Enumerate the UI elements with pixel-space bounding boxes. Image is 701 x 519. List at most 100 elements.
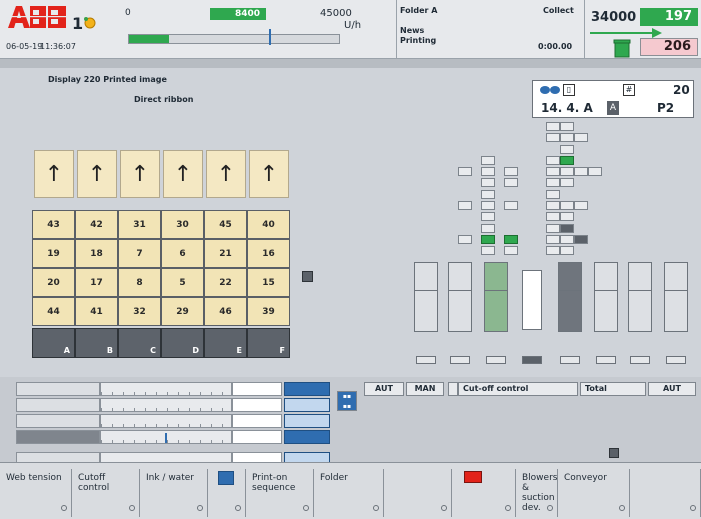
register-value[interactable] [232, 398, 282, 412]
edition-panel: ▯ # 20 14. 4. A A P2 [532, 80, 694, 118]
module-cell [574, 235, 588, 244]
printing-unit[interactable] [594, 290, 618, 332]
grid-cell[interactable]: 5 [161, 268, 204, 297]
module-cell [504, 235, 518, 244]
grid-cell[interactable]: 19 [32, 239, 75, 268]
grid-cell[interactable]: 42 [75, 210, 118, 239]
module-cell [481, 167, 495, 176]
register-setpoint[interactable] [284, 414, 330, 428]
status-dot-icon [197, 505, 203, 511]
module-cell [481, 212, 495, 221]
register-link-button[interactable]: ▪▪ ▪▪ [337, 391, 357, 411]
grid-cell[interactable]: 18 [75, 239, 118, 268]
header-strip [0, 59, 701, 68]
register-value[interactable] [232, 414, 282, 428]
footer-button[interactable] [630, 469, 701, 517]
register-scale[interactable] [100, 414, 234, 428]
module-cell [481, 178, 495, 187]
page-icon: ▯ [563, 84, 575, 96]
module-cell [560, 212, 574, 221]
footer-cutoff-control-button[interactable]: Cutoff control [72, 469, 140, 517]
grid-cell[interactable]: 44 [32, 297, 75, 326]
register-setpoint[interactable] [284, 430, 330, 444]
grid-option-button[interactable] [302, 271, 313, 282]
man-button[interactable]: MAN [406, 382, 444, 396]
speed-actual: 8400 [210, 8, 266, 20]
grid-cell[interactable]: 29 [161, 297, 204, 326]
reel[interactable]: F [247, 328, 290, 358]
module-cell [560, 133, 574, 142]
footer-conveyor-button[interactable]: Conveyor [558, 469, 630, 517]
footer-scroll-button[interactable] [609, 448, 619, 458]
grid-cell[interactable]: 7 [118, 239, 161, 268]
printing-unit[interactable] [664, 290, 688, 332]
grid-cell[interactable]: 41 [75, 297, 118, 326]
module-cell [588, 167, 602, 176]
folder-unit-fei[interactable] [522, 270, 542, 330]
flag-icon [464, 471, 482, 483]
module-cell [546, 133, 560, 142]
aut-right-button[interactable]: AUT [648, 382, 696, 396]
printing-unit[interactable] [558, 290, 582, 332]
grid-cell[interactable]: 40 [247, 210, 290, 239]
reel[interactable]: B [75, 328, 118, 358]
grid-cell[interactable]: 21 [204, 239, 247, 268]
unit-status-box [560, 356, 580, 364]
printing-unit[interactable] [448, 290, 472, 332]
reel[interactable]: A [32, 328, 75, 358]
module-cell [481, 156, 495, 165]
grid-cell[interactable]: 45 [204, 210, 247, 239]
aut-button[interactable]: AUT [364, 382, 404, 396]
grid-cell[interactable]: 22 [204, 268, 247, 297]
module-cell [560, 156, 574, 165]
grid-cell[interactable]: 16 [247, 239, 290, 268]
grid-cell[interactable]: 46 [204, 297, 247, 326]
grid-cell[interactable]: 43 [32, 210, 75, 239]
grid-cell[interactable]: 39 [247, 297, 290, 326]
reel[interactable]: E [204, 328, 247, 358]
footer-button[interactable] [452, 469, 516, 517]
register-scale[interactable] [100, 382, 234, 396]
register-setpoint[interactable] [284, 382, 330, 396]
grid-cell[interactable]: 20 [32, 268, 75, 297]
status-label: Printing [400, 36, 437, 45]
grid-cell[interactable]: 32 [118, 297, 161, 326]
grid-cell[interactable]: 6 [161, 239, 204, 268]
reel[interactable]: D [161, 328, 204, 358]
status-dot-icon [690, 505, 696, 511]
module-cell [546, 167, 560, 176]
footer-folder-button[interactable]: Folder [314, 469, 384, 517]
header-bar: 1 06-05-19 11:36:07 0 8400 45000 U/h Fol… [0, 0, 701, 59]
speed-max: 45000 [320, 8, 352, 19]
footer-web-tension-button[interactable]: Web tension [0, 469, 72, 517]
footer-ink-water-button[interactable]: Ink / water [140, 469, 208, 517]
status-dot-icon [505, 505, 511, 511]
printing-unit[interactable] [628, 290, 652, 332]
module-cell [560, 246, 574, 255]
unit-status-box [522, 356, 542, 364]
footer-blowers-suction-dev-button[interactable]: Blowers & suction dev. [516, 469, 558, 517]
grid-cell[interactable]: 31 [118, 210, 161, 239]
register-scale[interactable] [100, 398, 234, 412]
speed-unit: U/h [344, 20, 362, 31]
footer-bar: Web tension Cutoff control Ink / water Prin… [0, 462, 701, 519]
status-dot-icon [303, 505, 309, 511]
section-label: News [400, 26, 425, 35]
register-scale[interactable] [100, 430, 234, 444]
printing-unit[interactable] [414, 290, 438, 332]
footer-button[interactable] [208, 469, 246, 517]
grid-cell[interactable]: 15 [247, 268, 290, 297]
printing-unit[interactable] [484, 290, 508, 332]
grid-cell[interactable]: 8 [118, 268, 161, 297]
register-setpoint[interactable] [284, 398, 330, 412]
footer-print-on-sequence-button[interactable]: Print-on sequence [246, 469, 314, 517]
module-cell [481, 246, 495, 255]
grid-cell[interactable]: 30 [161, 210, 204, 239]
grid-cell[interactable]: 17 [75, 268, 118, 297]
register-label [16, 414, 100, 428]
date: 06-05-19 [6, 42, 43, 51]
reel[interactable]: C [118, 328, 161, 358]
register-value[interactable] [232, 382, 282, 396]
register-value[interactable] [232, 430, 282, 444]
footer-button[interactable] [384, 469, 452, 517]
